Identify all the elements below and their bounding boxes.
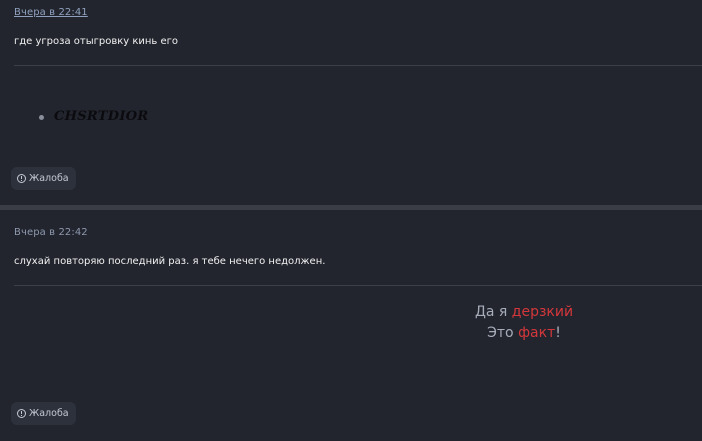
report-button-label: Жалоба: [29, 173, 69, 184]
report-button[interactable]: Жалоба: [11, 402, 76, 425]
post-message: слухай повторяю последний раз. я тебе не…: [14, 256, 326, 267]
post-message: где угроза отыгровку кинь его: [14, 36, 179, 47]
info-icon: [17, 409, 26, 418]
signature-line: Да я дерзкий: [0, 302, 702, 323]
signature: Да я дерзкий Это факт!: [0, 302, 702, 344]
signature-list-item: CHSRTDIOR: [35, 109, 148, 124]
signature-divider: [14, 65, 702, 66]
info-icon: [17, 174, 26, 183]
signature-text: !: [555, 325, 561, 341]
post: Вчера в 22:42 слухай повторяю последний …: [0, 210, 702, 441]
post-timestamp[interactable]: Вчера в 22:41: [14, 7, 88, 18]
signature-highlight: дерзкий: [511, 304, 574, 320]
post-timestamp[interactable]: Вчера в 22:42: [14, 227, 88, 238]
report-button-label: Жалоба: [29, 408, 69, 419]
signature-divider: [14, 285, 702, 286]
bullet-icon: [39, 115, 44, 120]
signature-line: Это факт!: [0, 323, 702, 344]
signature-text: Да я: [474, 304, 512, 320]
signature: CHSRTDIOR: [35, 109, 148, 124]
signature-text: CHSRTDIOR: [54, 109, 149, 124]
report-button[interactable]: Жалоба: [11, 167, 76, 190]
post: Вчера в 22:41 где угроза отыгровку кинь …: [0, 0, 702, 205]
signature-text: Это: [487, 325, 519, 341]
signature-highlight: факт: [518, 325, 556, 341]
